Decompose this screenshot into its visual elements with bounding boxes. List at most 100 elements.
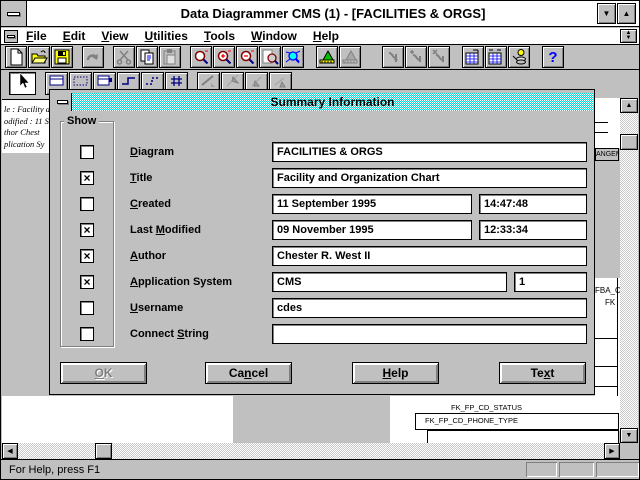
- entity-label-arrangement: ANGEM: [595, 148, 619, 161]
- author-field[interactable]: Chester R. West II: [272, 246, 587, 266]
- created-date-field[interactable]: 11 September 1995: [272, 194, 472, 214]
- menu-view[interactable]: View: [93, 28, 136, 44]
- create-button-2[interactable]: [405, 46, 427, 68]
- summary-line-4: plication Sy: [4, 139, 49, 151]
- status-pane-3: [596, 462, 639, 477]
- open-button[interactable]: [28, 46, 50, 68]
- diagram-field[interactable]: FACILITIES & ORGS: [272, 142, 587, 162]
- diagram-bottom-area: FK_FP_CD_STATUS FK_FP_CD_PHONE_TYPE: [2, 396, 619, 443]
- show-checkbox-author[interactable]: ×: [80, 249, 94, 263]
- menu-tools[interactable]: Tools: [196, 28, 243, 44]
- vertical-scrollbar[interactable]: ▲ ▼: [620, 98, 638, 443]
- menu-edit[interactable]: Edit: [55, 28, 94, 44]
- magnifier-minus-icon: [238, 48, 256, 66]
- currency-button[interactable]: [508, 46, 530, 68]
- zoom-page-button[interactable]: [259, 46, 281, 68]
- paste-icon: [161, 48, 179, 66]
- entity-divider: [595, 338, 617, 339]
- username-field[interactable]: cdes: [272, 298, 587, 318]
- main-toolbar: ?: [1, 45, 639, 70]
- system-menu-icon: [7, 12, 20, 16]
- create-button-3[interactable]: [428, 46, 450, 68]
- scroll-left-button[interactable]: ◀: [2, 443, 18, 459]
- cancel-button[interactable]: Cancel: [205, 362, 292, 384]
- undo-button[interactable]: [82, 46, 104, 68]
- magnifier-icon: [192, 48, 210, 66]
- create-button-1[interactable]: [382, 46, 404, 68]
- minimize-icon: ▼: [603, 9, 611, 18]
- text-button[interactable]: Text: [499, 362, 586, 384]
- maximize-button[interactable]: ▲: [617, 3, 636, 24]
- scroll-right-icon: ▶: [609, 447, 614, 455]
- restore-down-icon: ▼: [626, 36, 632, 41]
- label-username: Username: [130, 302, 183, 316]
- dialog-system-menu-button[interactable]: [53, 93, 72, 111]
- gray-shape: [233, 396, 390, 443]
- scroll-up-icon: ▲: [626, 102, 633, 109]
- scale-disabled-button[interactable]: [339, 46, 361, 68]
- minimize-button[interactable]: ▼: [597, 3, 616, 24]
- dialog-system-menu-icon: [57, 100, 68, 104]
- dialog-titlebar[interactable]: Summary Information: [53, 93, 593, 111]
- show-checkbox-title[interactable]: ×: [80, 171, 94, 185]
- scale-button[interactable]: [316, 46, 338, 68]
- entity-label-fba: FBA_C: [595, 286, 620, 295]
- child-system-menu-icon: [7, 35, 15, 38]
- diagram-summary-block: le : Facility a odified : 11 S thor Ches…: [2, 99, 49, 153]
- show-checkbox-last-modified[interactable]: ×: [80, 223, 94, 237]
- zoom-in-button[interactable]: [213, 46, 235, 68]
- application-system-number-field[interactable]: 1: [514, 272, 587, 292]
- dialog-title: Summary Information: [72, 95, 593, 109]
- menu-help[interactable]: Help: [305, 28, 347, 44]
- show-checkbox-username[interactable]: [80, 301, 94, 315]
- show-checkbox-diagram[interactable]: [80, 145, 94, 159]
- ok-button[interactable]: OK: [60, 362, 147, 384]
- label-diagram: Diagram: [130, 146, 174, 160]
- table-definition-button[interactable]: [462, 46, 484, 68]
- zoom-button[interactable]: [190, 46, 212, 68]
- window-title: Data Diagrammer CMS (1) - [FACILITIES & …: [27, 6, 639, 21]
- connect-string-field[interactable]: [272, 324, 587, 344]
- pointer-tool-button[interactable]: [9, 72, 36, 95]
- system-menu-button[interactable]: [1, 1, 27, 26]
- scroll-right-button[interactable]: ▶: [604, 443, 620, 459]
- ruler-triangle-icon: [318, 48, 336, 66]
- cut-button[interactable]: [113, 46, 135, 68]
- last-modified-date-field[interactable]: 09 November 1995: [272, 220, 472, 240]
- show-checkbox-connect-string[interactable]: [80, 327, 94, 341]
- zoom-out-button[interactable]: [236, 46, 258, 68]
- application-window: Data Diagrammer CMS (1) - [FACILITIES & …: [0, 0, 640, 480]
- summary-line-3: thor Chest: [4, 127, 49, 139]
- horizontal-scroll-thumb[interactable]: [95, 443, 112, 459]
- entity-divider: [595, 386, 617, 387]
- last-modified-time-field[interactable]: 12:33:34: [479, 220, 587, 240]
- scroll-up-button[interactable]: ▲: [620, 98, 638, 113]
- paste-button[interactable]: [159, 46, 181, 68]
- new-button[interactable]: [5, 46, 27, 68]
- label-application-system: Application System: [130, 276, 232, 290]
- scroll-down-button[interactable]: ▼: [620, 428, 638, 443]
- horizontal-scrollbar[interactable]: ◀ ▶: [2, 443, 639, 459]
- pointer-arrow-icon: [14, 72, 32, 95]
- application-system-field[interactable]: CMS: [272, 272, 507, 292]
- save-button[interactable]: [51, 46, 73, 68]
- scroll-down-icon: ▼: [626, 432, 633, 439]
- scrollbar-corner: [620, 443, 639, 459]
- title-field[interactable]: Facility and Organization Chart: [272, 168, 587, 188]
- menu-file[interactable]: File: [18, 28, 55, 44]
- help-button[interactable]: ?: [542, 46, 564, 68]
- status-pane-1: [526, 462, 557, 477]
- menu-window[interactable]: Window: [243, 28, 305, 44]
- created-time-field[interactable]: 14:47:48: [479, 194, 587, 214]
- show-checkbox-created[interactable]: [80, 197, 94, 211]
- help-button-dialog[interactable]: Help: [352, 362, 439, 384]
- child-restore-button[interactable]: ▲▼: [620, 29, 637, 43]
- zoom-fit-button[interactable]: [282, 46, 304, 68]
- vertical-scroll-thumb[interactable]: [620, 134, 638, 150]
- magnifier-fit-icon: [284, 48, 302, 66]
- menu-utilities[interactable]: Utilities: [137, 28, 196, 44]
- child-system-menu-button[interactable]: [4, 30, 18, 43]
- copy-button[interactable]: [136, 46, 158, 68]
- table-columns-button[interactable]: [485, 46, 507, 68]
- show-checkbox-application-system[interactable]: ×: [80, 275, 94, 289]
